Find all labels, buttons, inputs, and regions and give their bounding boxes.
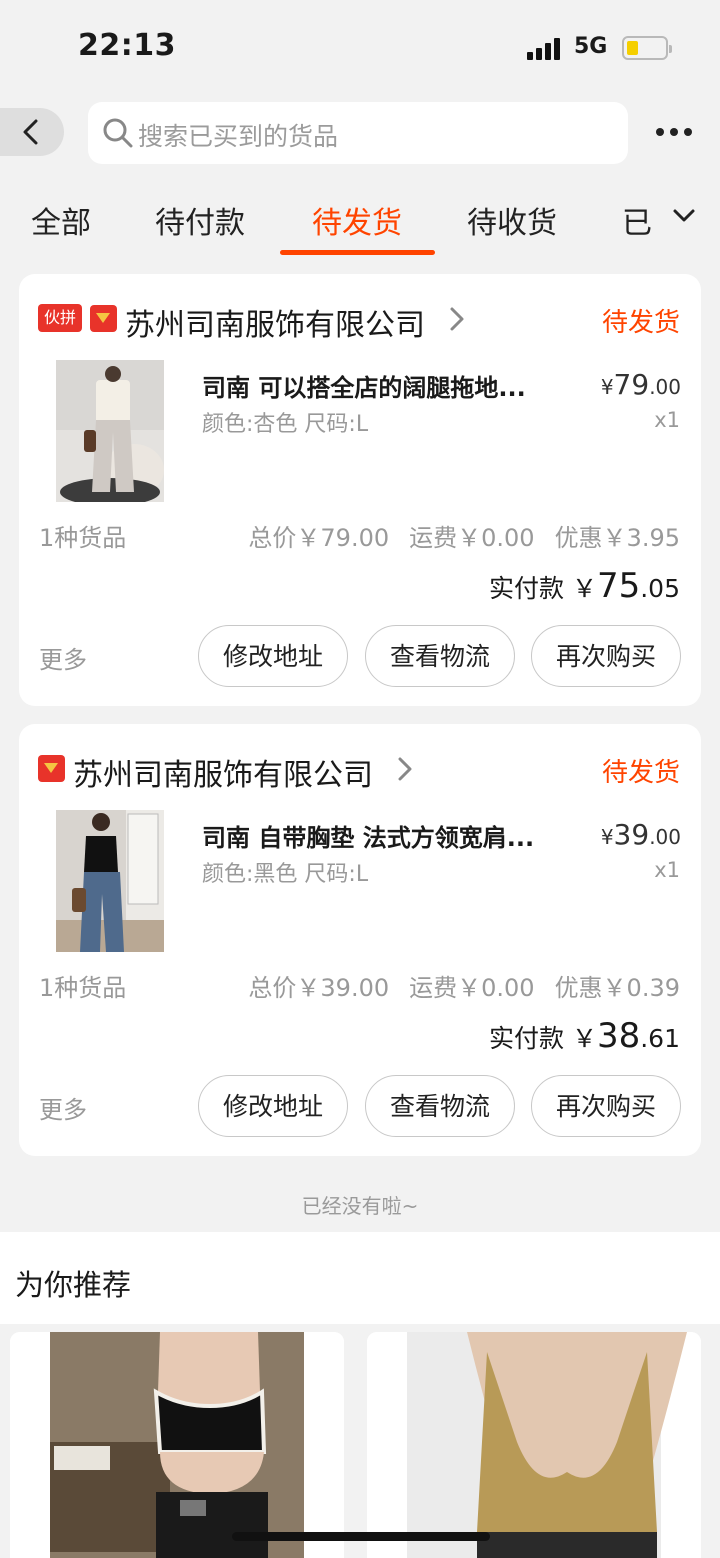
battery-icon xyxy=(622,36,672,60)
paid-amount: 实付款 ￥75.05 xyxy=(488,566,680,606)
home-indicator xyxy=(232,1532,490,1541)
recommend-product-image xyxy=(367,1332,701,1558)
network-type: 5G xyxy=(574,34,608,59)
buy-again-button[interactable]: 再次购买 xyxy=(531,1075,681,1137)
price-summary: 总价￥79.00 运费￥0.00 优惠￥3.95 xyxy=(248,518,680,553)
product-spec: 颜色:杏色 尺码:L xyxy=(202,412,369,437)
tab-pending-receipt[interactable]: 待收货 xyxy=(467,198,557,242)
order-status: 待发货 xyxy=(601,308,680,338)
recommend-grid xyxy=(0,1324,720,1558)
product-image[interactable] xyxy=(56,810,164,952)
tab-pending-shipment[interactable]: 待发货 xyxy=(312,198,402,242)
recommend-title: 为你推荐 xyxy=(15,1268,132,1302)
chevron-down-icon[interactable] xyxy=(671,206,697,226)
discount: 优惠￥0.39 xyxy=(554,974,680,1002)
shop-name[interactable]: 苏州司南服饰有限公司 xyxy=(73,750,373,794)
recommend-product-image xyxy=(10,1332,344,1558)
status-bar: 22:13 5G xyxy=(0,0,720,92)
product-title[interactable]: 司南 可以搭全店的阔腿拖地... xyxy=(202,368,562,403)
price-summary: 总价￥39.00 运费￥0.00 优惠￥0.39 xyxy=(248,968,680,1003)
order-status: 待发货 xyxy=(601,758,680,788)
signal-icon xyxy=(527,38,563,60)
back-arrow-icon xyxy=(23,119,38,145)
group-buy-badge: 伙拼 xyxy=(38,304,82,332)
total-price: 总价￥39.00 xyxy=(248,974,390,1002)
chevron-right-icon[interactable] xyxy=(397,756,413,782)
view-logistics-button[interactable]: 查看物流 xyxy=(365,625,515,687)
end-of-list-text: 已经没有啦~ xyxy=(301,1194,419,1218)
product-price: ¥79.00 xyxy=(600,368,681,401)
product-price: ¥39.00 xyxy=(600,818,681,851)
product-image[interactable] xyxy=(56,360,164,502)
recommend-item[interactable] xyxy=(10,1332,344,1558)
paid-amount: 实付款 ￥38.61 xyxy=(488,1016,680,1056)
item-count: 1种货品 xyxy=(39,524,127,552)
more-link[interactable]: 更多 xyxy=(39,1090,87,1125)
total-price: 总价￥79.00 xyxy=(248,524,390,552)
search-input[interactable]: 搜索已买到的货品 xyxy=(88,102,628,164)
item-count: 1种货品 xyxy=(39,974,127,1002)
modify-address-button[interactable]: 修改地址 xyxy=(198,625,348,687)
buy-again-button[interactable]: 再次购买 xyxy=(531,625,681,687)
shipping-fee: 运费￥0.00 xyxy=(409,974,535,1002)
order-tabs: 全部 待付款 待发货 待收货 已 xyxy=(0,186,720,256)
product-title[interactable]: 司南 自带胸垫 法式方领宽肩... xyxy=(202,818,562,853)
order-card: 苏州司南服饰有限公司 待发货 司南 自带胸垫 法式方领宽肩... 颜色:黑色 尺… xyxy=(19,724,701,1156)
recommend-section: 为你推荐 xyxy=(0,1232,720,1558)
product-quantity: x1 xyxy=(654,408,680,432)
back-button[interactable] xyxy=(0,108,64,156)
product-quantity: x1 xyxy=(654,858,680,882)
shop-logo-icon xyxy=(38,755,65,782)
product-spec: 颜色:黑色 尺码:L xyxy=(202,862,369,887)
tab-completed[interactable]: 已 xyxy=(622,198,652,242)
more-dots-icon[interactable] xyxy=(654,122,694,142)
tab-pending-payment[interactable]: 待付款 xyxy=(155,198,245,242)
chevron-right-icon[interactable] xyxy=(449,306,465,332)
active-tab-underline xyxy=(280,250,435,255)
shipping-fee: 运费￥0.00 xyxy=(409,524,535,552)
shop-name[interactable]: 苏州司南服饰有限公司 xyxy=(125,300,425,344)
search-placeholder: 搜索已买到的货品 xyxy=(138,122,339,151)
search-icon xyxy=(103,118,133,148)
tab-all[interactable]: 全部 xyxy=(31,198,91,242)
discount: 优惠￥3.95 xyxy=(554,524,680,552)
order-card: 伙拼 苏州司南服饰有限公司 待发货 司南 可以搭全店的阔腿拖地... 颜色:杏色… xyxy=(19,274,701,706)
shop-logo-icon xyxy=(90,305,117,332)
recommend-item[interactable] xyxy=(367,1332,701,1558)
view-logistics-button[interactable]: 查看物流 xyxy=(365,1075,515,1137)
modify-address-button[interactable]: 修改地址 xyxy=(198,1075,348,1137)
status-time: 22:13 xyxy=(78,28,176,63)
more-link[interactable]: 更多 xyxy=(39,640,87,675)
